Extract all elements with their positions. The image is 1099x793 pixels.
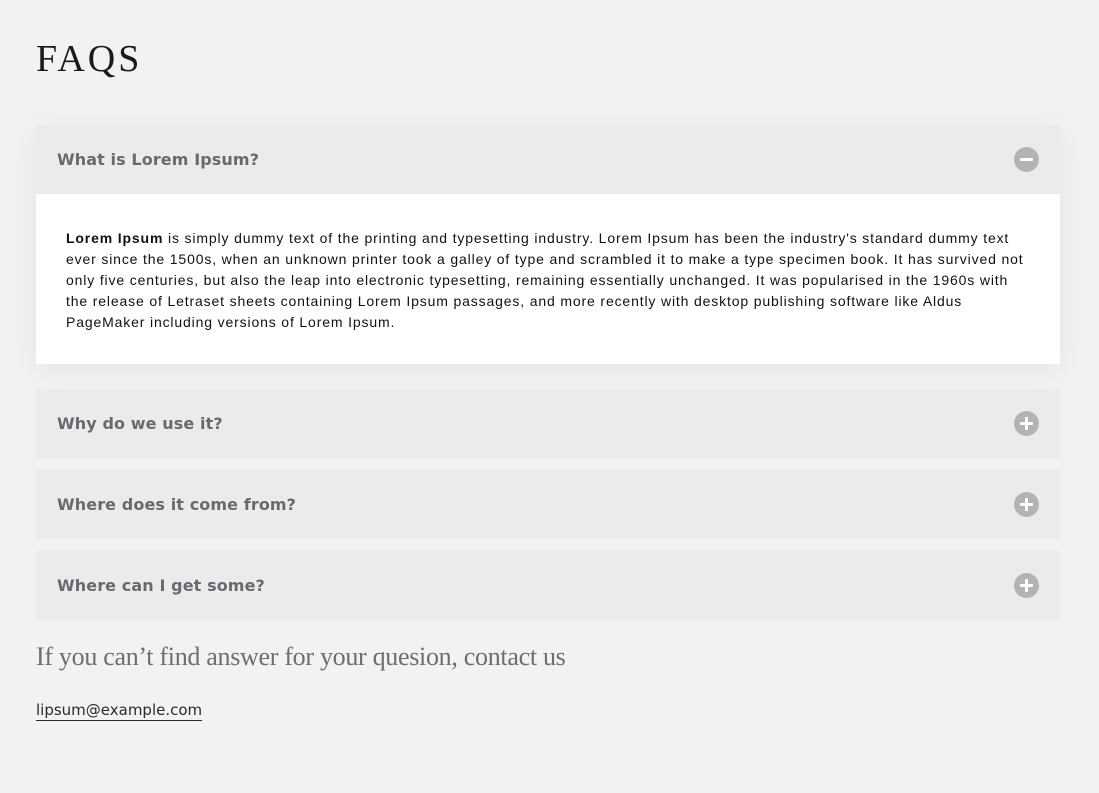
faq-answer-lead: Lorem Ipsum [66,230,164,246]
faq-answer-body: is simply dummy text of the printing and… [66,230,1024,330]
faq-header-why-do-we-use-it[interactable]: Why do we use it? [36,389,1060,458]
page-title: FAQS [36,38,143,80]
faq-question: Why do we use it? [57,414,223,433]
faq-header-what-is-lorem-ipsum[interactable]: What is Lorem Ipsum? [36,125,1060,194]
faq-question: Where can I get some? [57,576,265,595]
faq-answer: Lorem Ipsum is simply dummy text of the … [36,194,1060,364]
plus-circle-icon[interactable] [1014,573,1039,598]
faq-header-where-can-i-get-some[interactable]: Where can I get some? [36,551,1060,620]
plus-circle-icon[interactable] [1014,492,1039,517]
faq-header-where-does-it-come-from[interactable]: Where does it come from? [36,470,1060,539]
faq-item-what-is-lorem-ipsum: What is Lorem Ipsum? Lorem Ipsum is simp… [36,125,1060,364]
faq-item-where-can-i-get-some: Where can I get some? [36,551,1060,620]
faq-accordion: What is Lorem Ipsum? Lorem Ipsum is simp… [36,125,1060,632]
minus-circle-icon[interactable] [1014,147,1039,172]
faq-question: Where does it come from? [57,495,297,514]
plus-circle-icon[interactable] [1014,411,1039,436]
contact-heading: If you can’t find answer for your quesio… [36,642,566,671]
contact-email-link[interactable]: lipsum@example.com [36,701,203,721]
faq-question: What is Lorem Ipsum? [57,150,260,169]
faq-answer-text: Lorem Ipsum is simply dummy text of the … [66,228,1030,333]
faq-item-where-does-it-come-from: Where does it come from? [36,470,1060,539]
faq-item-why-do-we-use-it: Why do we use it? [36,389,1060,458]
